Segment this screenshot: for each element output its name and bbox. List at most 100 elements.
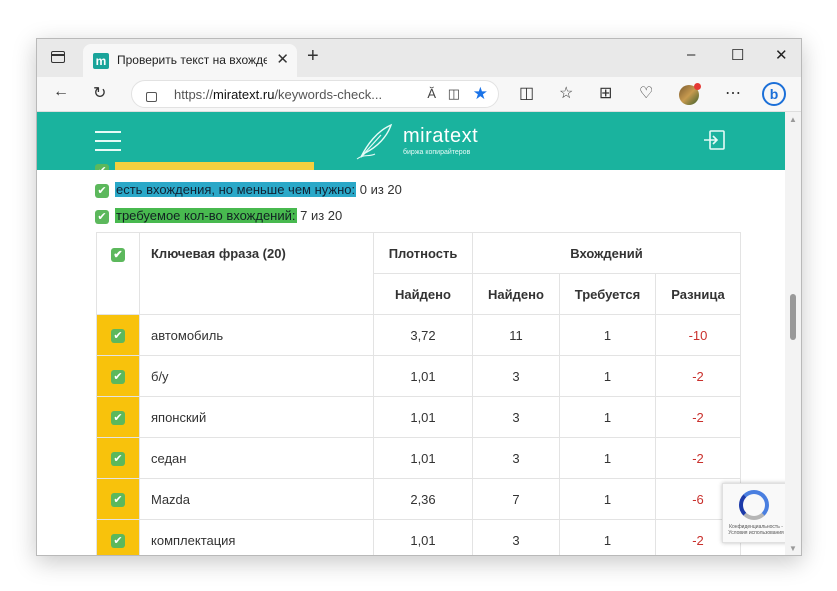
address-bar[interactable]: https://miratext.ru/keywords-check... Ă… [131,80,499,108]
difference-header: Разница [655,273,741,315]
phrase-cell: японский [139,396,374,438]
maximize-button[interactable]: ☐ [731,46,744,64]
difference-cell: -2 [655,437,741,479]
brand-tagline: биржа копирайтеров [403,149,471,156]
login-icon[interactable] [703,130,725,150]
found-cell: 7 [472,478,560,520]
required-header: Требуется [559,273,656,315]
row-checkbox[interactable]: ✔ [111,410,125,425]
row-checkbox[interactable]: ✔ [111,533,125,548]
notification-dot [694,83,701,90]
density-cell: 1,01 [373,355,473,397]
select-all-checkbox[interactable]: ✔ [111,247,125,262]
legend-item-partial: ✔ [95,162,314,170]
recaptcha-icon [739,490,769,520]
table-row: ✔ автомобиль 3,72 11 1 -10 [96,314,741,356]
required-cell: 1 [559,519,656,555]
table-header-row: ✔ Ключевая фраза (20) Плотность Вхождени… [96,232,741,315]
favorites-icon[interactable]: ☆ [559,83,573,103]
page-scrollbar[interactable]: ▲ ▼ [785,112,801,555]
required-cell: 1 [559,396,656,438]
density-header: Плотность [373,232,473,274]
tab-title: Проверить текст на вхождение [117,53,267,67]
tab-close-icon[interactable]: ✕ [276,50,289,68]
density-cell: 3,72 [373,314,473,356]
tab-active[interactable]: m Проверить текст на вхождение ✕ [83,44,297,77]
close-window-button[interactable]: ✕ [775,46,788,64]
table-row: ✔ Mazda 2,36 7 1 -6 [96,478,741,520]
legend-checkbox[interactable]: ✔ [95,209,109,224]
brand-name: miratext [403,125,479,147]
row-checkbox[interactable]: ✔ [111,492,125,507]
lock-icon [146,92,157,102]
collections-icon[interactable]: ⊞ [599,83,612,103]
recaptcha-text: Конфиденциальность - Условия использован… [728,524,784,536]
browser-essentials-icon[interactable]: ♡ [639,83,653,103]
split-screen-icon[interactable]: ◫ [519,83,534,103]
minimize-button[interactable]: – [687,46,695,63]
legend-count: 0 из 20 [356,182,402,197]
read-aloud-icon[interactable]: Ă [427,86,436,101]
table-row: ✔ б/у 1,01 3 1 -2 [96,355,741,397]
more-menu-icon[interactable]: ⋯ [725,83,741,103]
hamburger-menu-icon[interactable] [95,131,121,151]
difference-cell: -10 [655,314,741,356]
density-cell: 1,01 [373,519,473,555]
tab-strip: m Проверить текст на вхождение ✕ + – ☐ ✕ [37,39,801,77]
phrase-cell: седан [139,437,374,479]
found-cell: 11 [472,314,560,356]
legend-count: 7 из 20 [296,208,343,223]
legend-checkbox[interactable]: ✔ [95,183,109,198]
required-cell: 1 [559,314,656,356]
row-checkbox[interactable]: ✔ [111,328,125,343]
legend-label: есть вхождения, но меньше чем нужно: [115,182,357,197]
legend-item-partial-occurrences: ✔ есть вхождения, но меньше чем нужно: 0 … [95,182,402,198]
required-cell: 1 [559,437,656,479]
bing-copilot-icon[interactable]: b [762,82,786,106]
phrase-cell: б/у [139,355,374,397]
density-cell: 1,01 [373,437,473,479]
browser-window: m Проверить текст на вхождение ✕ + – ☐ ✕… [36,38,802,556]
table-row: ✔ японский 1,01 3 1 -2 [96,396,741,438]
legend-label: требуемое кол-во вхождений: [115,208,297,223]
legend-item-required-occurrences: ✔ требуемое кол-во вхождений: 7 из 20 [95,208,342,224]
found-header: Найдено [472,273,560,315]
reader-view-icon[interactable]: ◫ [448,86,460,102]
scroll-up-arrow-icon[interactable]: ▲ [789,115,797,124]
select-all-cell: ✔ [96,232,140,315]
phrase-cell: автомобиль [139,314,374,356]
table-row: ✔ седан 1,01 3 1 -2 [96,437,741,479]
table-row: ✔ комплектация 1,01 3 1 -2 [96,519,741,555]
url-text: https://miratext.ru/keywords-check... [174,87,383,102]
favicon-icon: m [93,53,109,69]
web-page: miratext биржа копирайтеров ✔ ✔ есть вхож… [37,112,785,555]
favorite-star-icon[interactable]: ★ [473,84,488,104]
back-arrow-icon[interactable]: ← [53,83,69,101]
row-checkbox[interactable]: ✔ [111,451,125,466]
feather-pen-icon [356,123,393,160]
found-cell: 3 [472,355,560,397]
phrase-cell: Mazda [139,478,374,520]
phrase-header: Ключевая фраза (20) [139,232,374,315]
found-cell: 3 [472,396,560,438]
required-cell: 1 [559,355,656,397]
recaptcha-badge[interactable]: Конфиденциальность - Условия использован… [722,483,785,543]
occurrences-header: Вхождений [472,232,741,274]
refresh-icon[interactable]: ↻ [93,83,106,103]
found-cell: 3 [472,437,560,479]
keywords-table: ✔ Ключевая фраза (20) Плотность Вхождени… [96,232,741,555]
tab-actions-icon[interactable] [51,51,65,63]
density-cell: 1,01 [373,396,473,438]
difference-cell: -2 [655,355,741,397]
found-cell: 3 [472,519,560,555]
scrollbar-thumb[interactable] [790,294,796,340]
required-cell: 1 [559,478,656,520]
phrase-cell: комплектация [139,519,374,555]
new-tab-button[interactable]: + [307,45,319,68]
density-found-header: Найдено [373,273,473,315]
difference-cell: -2 [655,396,741,438]
density-cell: 2,36 [373,478,473,520]
scroll-down-arrow-icon[interactable]: ▼ [789,544,797,553]
browser-toolbar: ← ↻ https://miratext.ru/keywords-check..… [37,77,801,112]
row-checkbox[interactable]: ✔ [111,369,125,384]
